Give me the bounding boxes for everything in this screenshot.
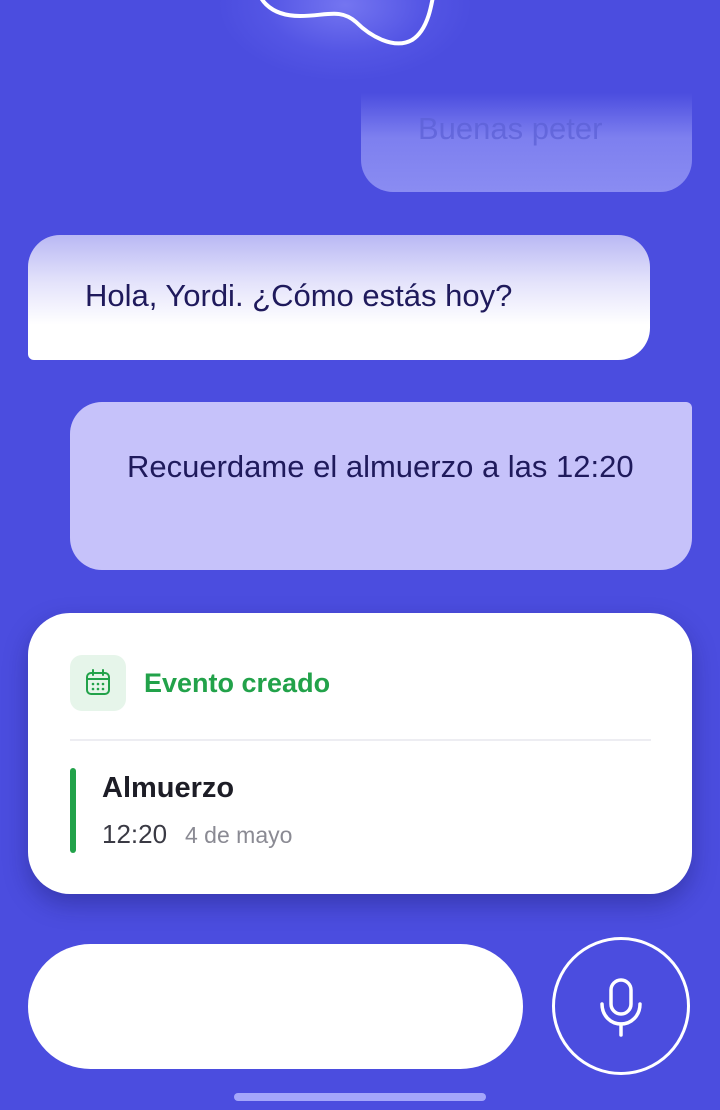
event-accent-bar [70,768,76,853]
event-status-label: Evento creado [144,668,331,698]
event-divider [70,739,651,741]
calendar-icon [86,669,110,695]
event-title: Almuerzo [102,772,235,804]
event-date: 4 de mayo [185,822,293,848]
home-indicator [234,1093,486,1101]
event-time: 12:20 [102,819,168,849]
microphone-button[interactable] [552,937,690,1075]
message-input[interactable] [28,944,523,1069]
assistant-avatar-blob [260,0,435,46]
event-icon-container [70,655,126,711]
chat-screen: Buenas peter Hola, Yordi. ¿Cómo estás ho… [0,0,720,1110]
user-message: Recuerdame el almuerzo a las 12:20 [70,402,692,570]
assistant-message: Hola, Yordi. ¿Cómo estás hoy? [28,235,650,360]
previous-user-message-text: Buenas peter [418,111,603,146]
previous-user-message: Buenas peter [361,93,692,192]
user-message-text: Recuerdame el almuerzo a las 12:20 [127,449,634,484]
assistant-message-text: Hola, Yordi. ¿Cómo estás hoy? [85,278,513,313]
microphone-icon [600,978,642,1037]
event-created-card[interactable]: Evento creado Almuerzo 12:20 4 de mayo [28,613,692,894]
